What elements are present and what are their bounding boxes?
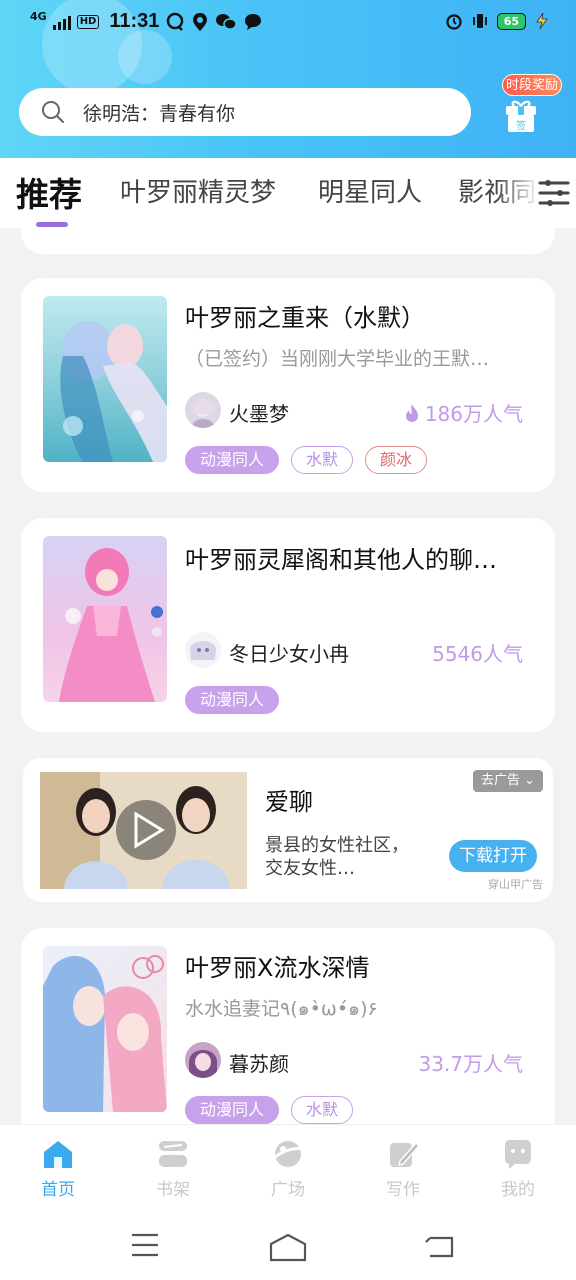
wechat-notification-icon bbox=[216, 13, 238, 30]
qq-notification-icon bbox=[167, 12, 184, 31]
ad-card[interactable]: 爱聊 景县的女性社区，交友女性… 去广告 ⌄ 下载打开 穿山甲广告 bbox=[23, 758, 553, 902]
popularity-value: 33.7万人气 bbox=[418, 1052, 523, 1076]
book-description: （已签约）当刚刚大学毕业的王默… bbox=[185, 348, 490, 370]
author-avatar[interactable] bbox=[185, 392, 221, 428]
ad-title[interactable]: 爱聊 bbox=[265, 782, 313, 817]
nav-bookshelf[interactable]: 书架 bbox=[128, 1137, 218, 1200]
tab-yeloli[interactable]: 叶罗丽精灵梦 bbox=[120, 172, 276, 209]
search-icon bbox=[42, 101, 64, 123]
ad-download-button[interactable]: 下载打开 bbox=[449, 840, 537, 872]
remove-ad-label: 去广告 bbox=[480, 773, 520, 788]
author-avatar[interactable] bbox=[185, 632, 221, 668]
category-tabs: 推荐 叶罗丽精灵梦 明星同人 影视同 bbox=[0, 158, 576, 228]
author-name[interactable]: 暮苏颜 bbox=[229, 1048, 289, 1077]
popularity-value: 5546人气 bbox=[432, 642, 523, 666]
hd-badge: HD bbox=[76, 14, 100, 29]
remove-ad-button[interactable]: 去广告 ⌄ bbox=[472, 770, 543, 792]
book-cover-image[interactable] bbox=[43, 536, 167, 702]
book-title[interactable]: 叶罗丽X流水深情 bbox=[185, 948, 530, 983]
location-icon bbox=[193, 12, 208, 31]
nav-mine[interactable]: 我的 bbox=[473, 1137, 563, 1200]
book-title[interactable]: 叶罗丽灵犀阁和其他人的聊… bbox=[185, 540, 530, 575]
system-navigation-bar bbox=[0, 1212, 576, 1280]
home-system-icon[interactable] bbox=[268, 1232, 308, 1262]
home-icon bbox=[44, 1141, 72, 1168]
book-card[interactable]: 叶罗丽之重来（水默） （已签约）当刚刚大学毕业的王默… 火墨梦 186万人气 动… bbox=[21, 278, 555, 492]
signal-icon bbox=[52, 14, 71, 30]
book-card[interactable]: 叶罗丽X流水深情 水水追妻记٩(๑•̀ω•́๑)۶ 暮苏颜 33.7万人气 动漫… bbox=[21, 928, 555, 1124]
app-header: 4G HD 11:31 65 徐明浩：青春有你 时段奖励 签 bbox=[0, 0, 576, 158]
search-placeholder: 徐明浩：青春有你 bbox=[83, 102, 236, 125]
book-card[interactable]: 叶罗丽灵犀阁和其他人的聊… 冬日少女小冉 5546人气 动漫同人 bbox=[21, 518, 555, 732]
chat-face-icon bbox=[505, 1140, 531, 1169]
alarm-icon bbox=[446, 14, 462, 30]
popularity-count: 186万人气 bbox=[403, 398, 523, 427]
gift-icon: 签 bbox=[506, 100, 536, 132]
nav-write[interactable]: 写作 bbox=[358, 1137, 448, 1200]
recent-apps-icon[interactable] bbox=[130, 1232, 160, 1258]
ad-source-label: 穿山甲广告 bbox=[488, 878, 543, 891]
tag[interactable]: 动漫同人 bbox=[185, 1096, 280, 1124]
tag[interactable]: 动漫同人 bbox=[185, 446, 280, 474]
fire-icon bbox=[405, 403, 418, 422]
book-description: 水水追妻记٩(๑•̀ω•́๑)۶ bbox=[185, 998, 378, 1020]
tag[interactable]: 水默 bbox=[291, 446, 354, 474]
gift-label: 签 bbox=[516, 119, 526, 132]
bookshelf-icon bbox=[159, 1141, 187, 1167]
book-cover-image[interactable] bbox=[43, 296, 167, 462]
nav-label: 广场 bbox=[271, 1180, 305, 1200]
nav-square[interactable]: 广场 bbox=[243, 1137, 333, 1200]
planet-icon bbox=[271, 1141, 304, 1167]
tag[interactable]: 动漫同人 bbox=[185, 686, 280, 714]
author-name[interactable]: 火墨梦 bbox=[229, 398, 289, 427]
reward-label: 时段奖励 bbox=[502, 74, 562, 96]
author-name[interactable]: 冬日少女小冉 bbox=[229, 638, 349, 667]
time-reward-button[interactable]: 时段奖励 签 bbox=[502, 72, 564, 136]
tab-star-fanfic[interactable]: 明星同人 bbox=[318, 172, 422, 209]
book-tags: 动漫同人 水默 颜冰 bbox=[185, 446, 428, 474]
network-type: 4G bbox=[30, 10, 47, 23]
popularity-count: 33.7万人气 bbox=[418, 1048, 523, 1077]
battery-indicator: 65 bbox=[496, 12, 526, 30]
bottom-navigation: 首页 书架 广场 写作 我的 bbox=[0, 1124, 576, 1212]
popularity-value: 186万人气 bbox=[424, 402, 523, 426]
tag[interactable]: 颜冰 bbox=[365, 446, 428, 474]
category-menu-icon[interactable] bbox=[538, 180, 570, 206]
book-tags: 动漫同人 水默 bbox=[185, 1096, 354, 1124]
tab-recommend[interactable]: 推荐 bbox=[16, 168, 82, 216]
play-button-bg bbox=[116, 800, 176, 860]
book-card-partial[interactable] bbox=[21, 228, 555, 254]
charging-icon bbox=[536, 12, 548, 30]
chevron-down-icon: ⌄ bbox=[524, 773, 535, 788]
book-feed[interactable]: 叶罗丽之重来（水默） （已签约）当刚刚大学毕业的王默… 火墨梦 186万人气 动… bbox=[0, 228, 576, 1124]
search-bar[interactable]: 徐明浩：青春有你 bbox=[19, 88, 471, 136]
status-bar: 4G HD 11:31 65 bbox=[0, 0, 576, 46]
active-tab-indicator bbox=[36, 222, 68, 227]
vibrate-icon bbox=[472, 14, 487, 28]
nav-label: 我的 bbox=[501, 1180, 535, 1200]
book-cover-image[interactable] bbox=[43, 946, 167, 1112]
ad-video-thumbnail[interactable] bbox=[40, 772, 247, 889]
ad-description: 景县的女性社区，交友女性… bbox=[265, 835, 409, 879]
message-notification-icon bbox=[245, 13, 262, 30]
pen-icon bbox=[390, 1141, 420, 1167]
popularity-count: 5546人气 bbox=[432, 638, 523, 667]
back-icon[interactable] bbox=[424, 1232, 456, 1260]
nav-home[interactable]: 首页 bbox=[13, 1137, 103, 1200]
book-tags: 动漫同人 bbox=[185, 686, 280, 714]
nav-label: 首页 bbox=[41, 1180, 75, 1200]
status-time: 11:31 bbox=[109, 10, 160, 32]
book-title[interactable]: 叶罗丽之重来（水默） bbox=[185, 298, 530, 333]
author-avatar[interactable] bbox=[185, 1042, 221, 1078]
nav-label: 书架 bbox=[156, 1180, 190, 1200]
nav-label: 写作 bbox=[386, 1180, 420, 1200]
tag[interactable]: 水默 bbox=[291, 1096, 354, 1124]
